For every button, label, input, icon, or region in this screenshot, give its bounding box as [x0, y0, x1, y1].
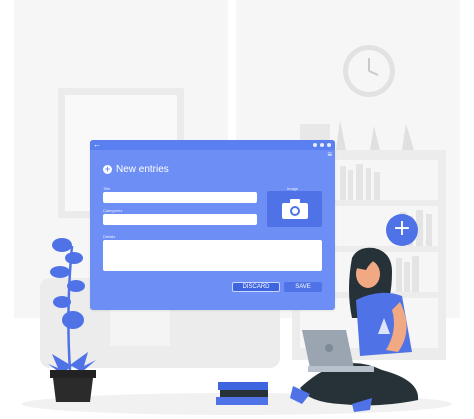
- title-label: Title: [103, 186, 111, 191]
- back-arrow-icon[interactable]: ←: [93, 140, 101, 150]
- hamburger-menu-icon[interactable]: ≡: [327, 151, 332, 159]
- details-label: Details: [103, 234, 116, 239]
- categories-label: Categories: [103, 208, 123, 213]
- plus-icon: +: [103, 164, 112, 174]
- new-entries-window: ← ≡ + New entries Title Categories Image: [90, 140, 335, 310]
- window-dot-icon[interactable]: [320, 143, 324, 147]
- image-upload[interactable]: [267, 191, 322, 227]
- window-dot-icon[interactable]: [313, 143, 317, 147]
- illustration-scene: + ← ≡ + New entries Title Categories Ima…: [0, 0, 474, 419]
- discard-button[interactable]: DISCARD: [232, 282, 280, 292]
- add-bubble-icon: +: [386, 214, 418, 246]
- save-button[interactable]: SAVE: [284, 282, 322, 292]
- window-titlebar: ←: [90, 140, 335, 150]
- window-dot-icon[interactable]: [327, 143, 331, 147]
- floor-books: [216, 382, 268, 405]
- details-textarea[interactable]: [103, 240, 322, 271]
- camera-icon: [281, 199, 308, 219]
- title-input[interactable]: [103, 192, 257, 203]
- form-heading: + New entries: [103, 164, 169, 175]
- window-controls: [313, 143, 331, 147]
- form-title: New entries: [116, 164, 169, 175]
- categories-input[interactable]: [103, 214, 257, 225]
